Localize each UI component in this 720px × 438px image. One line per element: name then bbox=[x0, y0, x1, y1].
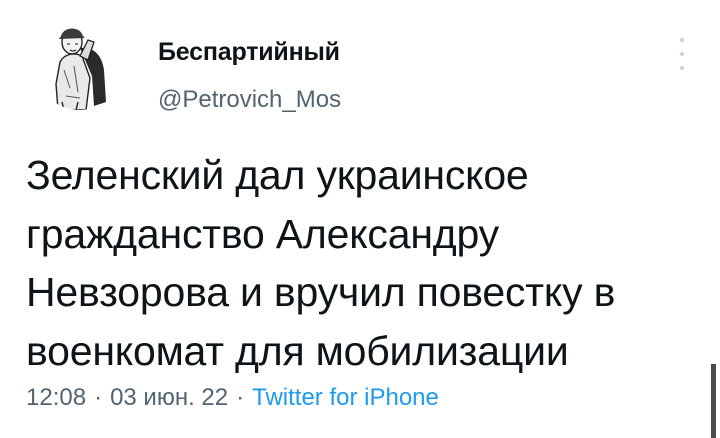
avatar[interactable] bbox=[34, 18, 126, 110]
more-options-icon bbox=[680, 66, 684, 70]
tweet-card: Беспартийный @Petrovich_Mos Зеленский да… bbox=[0, 0, 720, 438]
tweet-time[interactable]: 12:08 bbox=[26, 384, 86, 411]
tweet-metadata: 12:08 · 03 июн. 22 · Twitter for iPhone bbox=[26, 384, 439, 412]
more-options-icon bbox=[680, 52, 684, 56]
tweet-text-line: Зеленский дал украинское bbox=[26, 152, 529, 198]
more-options-icon bbox=[680, 38, 684, 42]
author-display-name[interactable]: Беспартийный bbox=[158, 38, 340, 67]
caricature-avatar-icon bbox=[34, 18, 126, 110]
scrollbar-thumb[interactable] bbox=[711, 364, 716, 438]
meta-separator: · bbox=[236, 384, 245, 411]
tweet-source-link[interactable]: Twitter for iPhone bbox=[252, 384, 439, 411]
tweet-text-line: гражданство Александру bbox=[26, 210, 499, 257]
tweet-date[interactable]: 03 июн. 22 bbox=[110, 384, 228, 411]
more-options-button[interactable] bbox=[672, 36, 692, 72]
tweet-text: Зеленский дал украинское гражданство Але… bbox=[26, 146, 696, 380]
tweet-text-line: военкомат для мобилизации bbox=[26, 327, 569, 374]
author-handle[interactable]: @Petrovich_Mos bbox=[158, 86, 341, 114]
tweet-text-line: Невзорова и вручил повестку в bbox=[26, 269, 616, 315]
meta-separator: · bbox=[94, 384, 103, 411]
